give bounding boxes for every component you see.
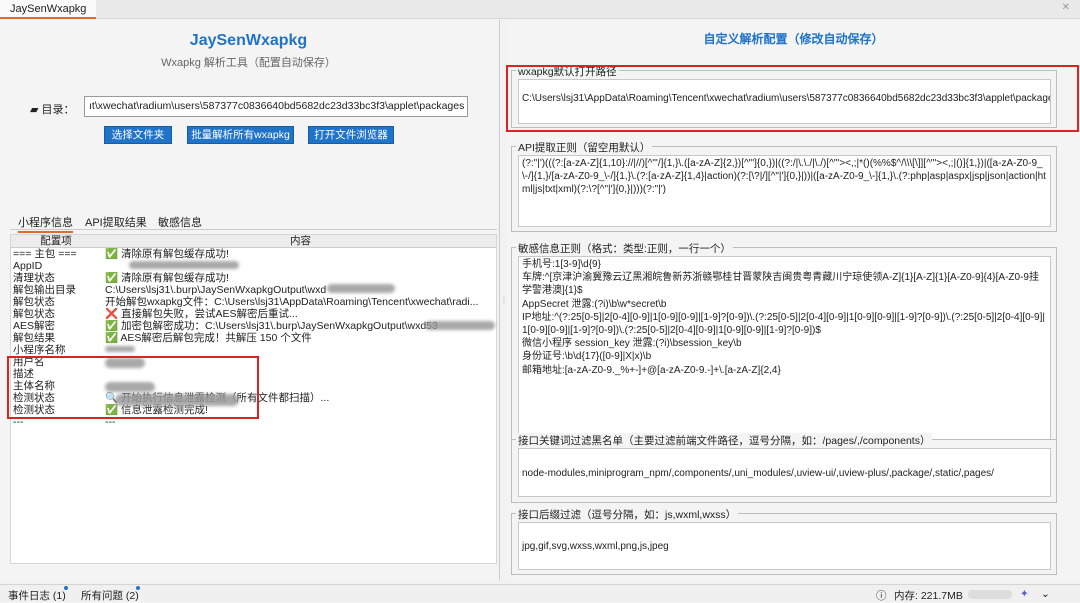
highlight-box [7,356,259,419]
regex-line: 手机号:1[3-9]\d{9} [522,259,601,270]
batch-parse-button[interactable]: 批量解析所有wxapkg [187,126,294,144]
table-row[interactable]: AppID [11,260,496,272]
close-icon[interactable]: ✕ [1062,2,1070,13]
row-value: ❌ 直接解包失败，尝试AES解密后重试... [105,308,298,320]
sensitive-regex-label: 敏感信息正则（格式：类型:正则，一行一个） [516,241,733,256]
regex-line: AppSecret 泄露:(?i)\b\w*secret\b [522,298,667,310]
left-panel: JaySenWxapkg Wxapkg 解析工具（配置自动保存） ▰ 目录： ı… [0,20,497,580]
dir-input[interactable]: ıt\xwechat\radium\users\587377c0836640bd… [84,96,468,117]
splitter[interactable]: ⋮ [499,20,508,580]
dir-label: ▰ 目录： [30,101,75,117]
row-key: AES解密 [13,320,56,332]
keyword-filter-input[interactable]: node-modules,miniprogram_npm/,components… [518,448,1051,497]
suffix-filter-input[interactable]: jpg,gif,svg,wxss,wxml,png,js,jpeg [518,522,1051,570]
chevron-down-icon[interactable]: ⌄ [1041,588,1050,600]
row-key: AppID [13,260,43,272]
open-file-browser-button[interactable]: 打开文件浏览器 [308,126,394,144]
folder-icon: ▰ [30,104,39,116]
app-title: JaySenWxapkg [189,32,308,49]
regex-line: 邮箱地址:[a-zA-Z0-9._%+-]+@[a-zA-Z0-9.-]+\.[… [522,364,781,376]
tab-api-results[interactable]: API提取结果 [85,214,147,230]
regex-line: IP地址:^(?:25[0-5]|2[0-4][0-9]|1[0-9][0-9]… [522,311,1045,337]
redaction-blur [105,346,135,352]
app-subtitle: Wxapkg 解析工具（配置自动保存） [161,57,336,69]
table-row[interactable]: 解包状态 ❌ 直接解包失败，尝试AES解密后重试... [11,308,496,320]
right-panel: 自定义解析配置（修改自动保存） wxapkg默认打开路径 C:\Users\ls… [506,20,1080,580]
row-value: ✅ 清除原有解包缓存成功! [105,272,229,284]
sparkle-icon[interactable]: ✦ [1020,588,1029,600]
row-value: C:\Users\lsj31\.burp\JaySenWxapkgOutput\… [105,284,327,296]
redaction-blur [425,321,495,330]
tab-sensitive-info[interactable]: 敏感信息 [158,214,202,230]
keyword-filter-group: 接口关键词过滤黑名单（主要过滤前端文件路径，逗号分隔，如：/pages/,/co… [511,433,1057,503]
window-tabbar: JaySenWxapkg ✕ [0,0,1080,19]
suffix-filter-group: 接口后缀过滤（逗号分隔，如：js,wxml,wxss） jpg,gif,svg,… [511,507,1057,575]
redaction-blur [327,284,395,293]
row-key: 解包状态 [13,308,55,320]
notification-dot [64,586,68,590]
table-row[interactable]: 清理状态 ✅ 清除原有解包缓存成功! [11,272,496,284]
notification-dot [136,586,140,590]
regex-line: 微信小程序 session_key 泄露:(?i)\bsession_key\b [522,338,742,350]
regex-line: 车牌:^[京津沪渝冀豫云辽黑湘皖鲁新苏浙赣鄂桂甘晋蒙陕吉闽贵粤青藏川宁琼使领A-… [522,272,1039,297]
row-key: 清理状态 [13,272,55,284]
suffix-filter-label: 接口后缀过滤（逗号分隔，如：js,wxml,wxss） [516,507,739,522]
tab-underline [10,229,497,230]
table-header: 配置项 内容 [11,235,496,248]
regex-line: 身份证号:\b\d{17}([0-9]|X|x)\b [522,351,652,363]
row-key: 小程序名称 [13,344,66,356]
row-key: 解包结果 [13,332,55,344]
row-value: ✅ 清除原有解包缓存成功! [105,248,229,260]
api-regex-label: API提取正则（留空用默认） [516,140,653,155]
tab-miniprogram-info[interactable]: 小程序信息 [18,214,73,233]
row-key: 解包输出目录 [13,284,76,296]
sensitive-regex-input[interactable]: 手机号:1[3-9]\d{9} 车牌:^[京津沪渝冀豫云辽黑湘皖鲁新苏浙赣鄂桂甘… [518,256,1051,440]
table-row[interactable]: 解包结果 ✅ AES解密后解包完成！共解压 150 个文件 [11,332,496,344]
api-regex-group: API提取正则（留空用默认） (?:"|')(((?:[a-zA-Z]{1,10… [511,140,1057,232]
header-content[interactable]: 内容 [105,235,496,248]
table-row[interactable]: 解包状态 开始解包wxapkg文件：C:\Users\lsj31\AppData\… [11,296,496,308]
event-log-label: 事件日志 (1) [8,590,66,602]
sensitive-regex-group: 敏感信息正则（格式：类型:正则，一行一个） 手机号:1[3-9]\d{9} 车牌… [511,241,1057,446]
problems-label: 所有问题 (2) [81,590,139,602]
redaction-blur [129,261,239,269]
table-row[interactable]: 小程序名称 [11,344,496,356]
window-tab[interactable]: JaySenWxapkg [0,0,97,19]
row-value: 开始解包wxapkg文件：C:\Users\lsj31\AppData\Roam… [105,296,479,308]
choose-folder-button[interactable]: 选择文件夹 [104,126,172,144]
row-key: 解包状态 [13,296,55,308]
status-bar: 事件日志 (1) 所有问题 (2) ⓘ 内存: 221.7MB ✦ ⌄ [0,584,1080,602]
keyword-filter-label: 接口关键词过滤黑名单（主要过滤前端文件路径，逗号分隔，如：/pages/,/co… [516,433,933,448]
api-regex-input[interactable]: (?:"|')(((?:[a-zA-Z]{1,10}://|//)[^"'/]{… [518,155,1051,227]
table-row[interactable]: 解包输出目录 C:\Users\lsj31\.burp\JaySenWxapkgO… [11,284,496,296]
dir-label-text: 目录： [41,104,75,116]
highlight-box [506,65,1079,132]
header-config[interactable]: 配置项 [11,235,101,248]
config-title: 自定义解析配置（修改自动保存） [703,32,884,46]
row-value: ✅ AES解密后解包完成！共解压 150 个文件 [105,332,312,344]
table-row[interactable]: AES解密 ✅ 加密包解密成功：C:\Users\lsj31\.burp\JayS… [11,320,496,332]
table-row[interactable]: === 主包 === ✅ 清除原有解包缓存成功! [11,248,496,260]
row-key: === 主包 === [13,248,77,260]
memory-bar [968,590,1012,599]
